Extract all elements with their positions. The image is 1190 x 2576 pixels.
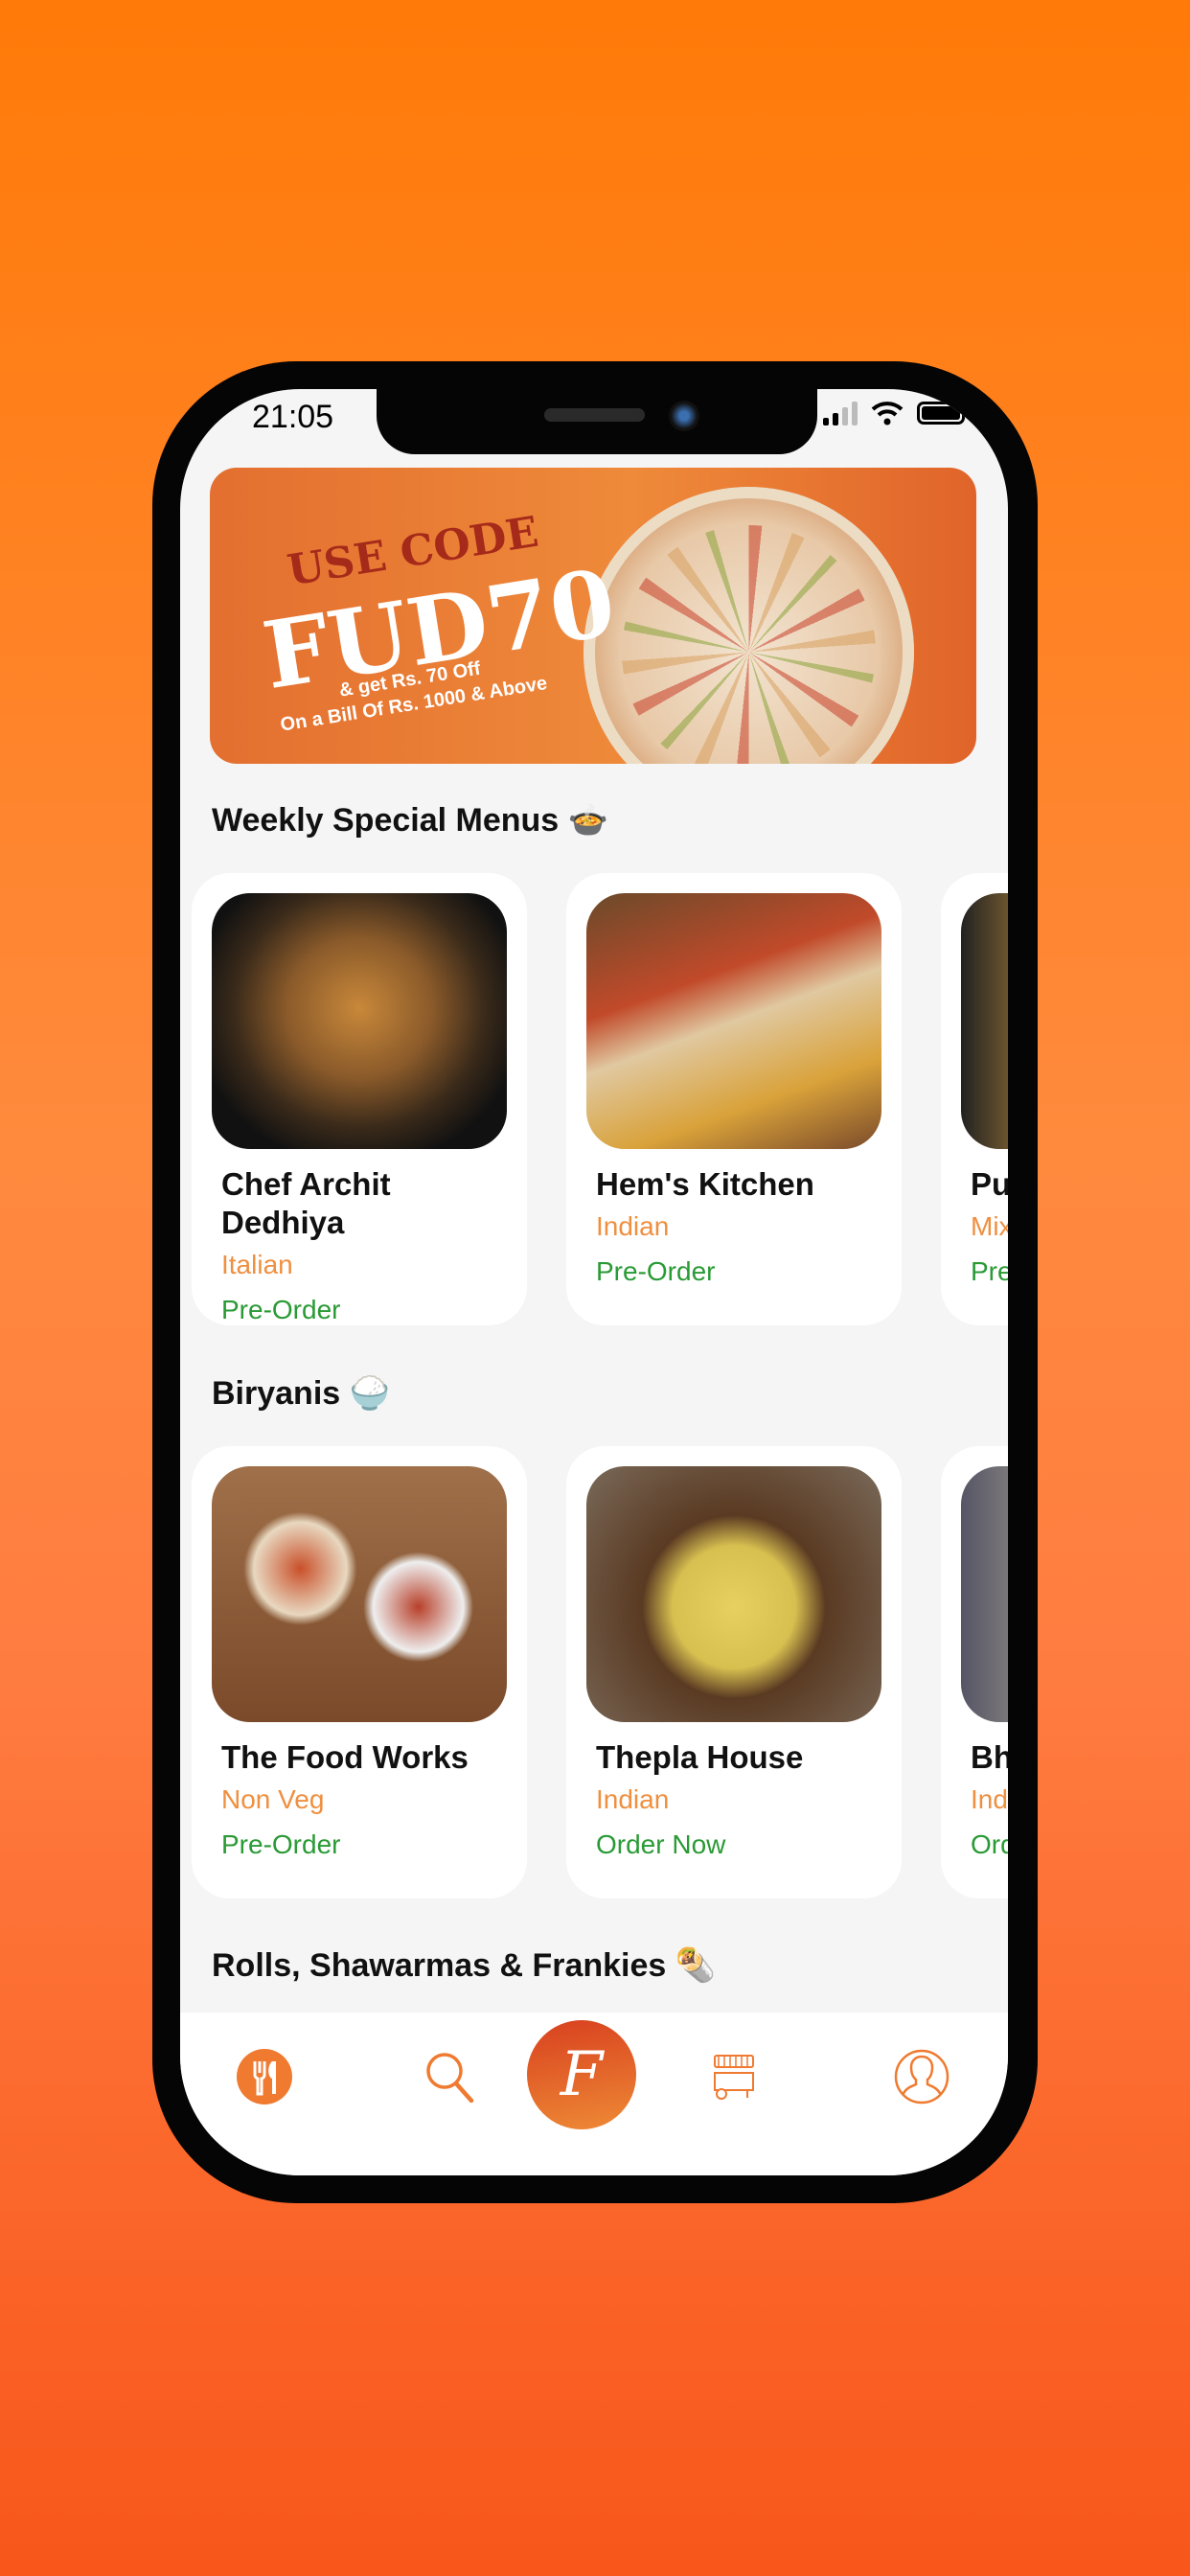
cuisine-label: Non Veg (221, 1784, 325, 1814)
restaurant-name: Bh (971, 1739, 1008, 1775)
home-logo-icon: F (560, 2039, 604, 2110)
battery-icon (917, 402, 965, 425)
order-status[interactable]: Order Now (596, 1829, 725, 1860)
food-image (961, 893, 1008, 1149)
cuisine-label: Mix (971, 1211, 1008, 1241)
food-image (212, 1466, 507, 1722)
phone-frame: 21:05 USE CODE FUD70 & get Rs. 70 Off On … (152, 361, 1038, 2203)
speaker (544, 408, 645, 422)
order-status[interactable]: Pre-Order (221, 1829, 340, 1860)
restaurant-name: Chef Archit Dedhiya (221, 1166, 391, 1240)
nav-food-cart[interactable] (700, 2043, 767, 2110)
food-image (961, 1466, 1008, 1722)
order-status[interactable]: Pre-Order (596, 1256, 715, 1287)
cuisine-label: Indian (596, 1211, 670, 1241)
restaurant-card[interactable]: Pu Mix Pre (941, 873, 1008, 1325)
promo-banner[interactable]: USE CODE FUD70 & get Rs. 70 Off On a Bill… (210, 468, 976, 764)
app-screen: 21:05 USE CODE FUD70 & get Rs. 70 Off On … (180, 389, 1008, 2175)
bottom-nav: F (180, 2012, 1008, 2175)
restaurant-name: Thepla House (596, 1739, 804, 1775)
nav-profile[interactable] (888, 2043, 955, 2110)
signal-icon (823, 401, 858, 426)
restaurant-name: The Food Works (221, 1739, 469, 1775)
order-status[interactable]: Pre-Order (221, 1295, 340, 1325)
status-icons (823, 401, 965, 426)
pizza-image (584, 487, 914, 764)
nav-home-logo[interactable]: F (527, 2020, 636, 2129)
nav-search[interactable] (417, 2043, 484, 2110)
food-image (212, 893, 507, 1149)
notch (377, 389, 817, 454)
restaurant-card[interactable]: Bh Ind Ord (941, 1446, 1008, 1898)
food-image (586, 1466, 881, 1722)
order-status[interactable]: Ord (971, 1829, 1008, 1860)
order-status[interactable]: Pre (971, 1256, 1008, 1287)
cuisine-label: Italian (221, 1250, 293, 1279)
restaurant-card[interactable]: Hem's Kitchen Indian Pre-Order (566, 873, 902, 1325)
food-image (586, 893, 881, 1149)
section-title-weekly: Weekly Special Menus 🍲 (212, 802, 608, 839)
restaurant-card[interactable]: The Food Works Non Veg Pre-Order (192, 1446, 527, 1898)
status-time: 21:05 (252, 399, 334, 435)
search-icon (426, 2053, 474, 2104)
restaurant-name: Hem's Kitchen (596, 1166, 814, 1202)
restaurant-card[interactable]: Thepla House Indian Order Now (566, 1446, 902, 1898)
nav-restaurants[interactable] (231, 2043, 298, 2110)
wifi-icon (871, 402, 904, 426)
section-title-biryanis: Biryanis 🍚 (212, 1375, 390, 1412)
profile-icon (894, 2049, 950, 2104)
section-title-rolls: Rolls, Shawarmas & Frankies 🌯 (212, 1947, 717, 1984)
food-cart-icon (714, 2055, 754, 2100)
cuisine-label: Indian (596, 1784, 670, 1814)
restaurants-icon (237, 2049, 292, 2104)
restaurant-name: Pu (971, 1166, 1008, 1202)
cuisine-label: Ind (971, 1784, 1008, 1814)
restaurant-card[interactable]: Chef Archit Dedhiya Italian Pre-Order (192, 873, 527, 1325)
weekly-cards-row[interactable]: Chef Archit Dedhiya Italian Pre-Order He… (180, 873, 1008, 1325)
biryani-cards-row[interactable]: The Food Works Non Veg Pre-Order Thepla … (180, 1446, 1008, 1898)
camera (669, 401, 699, 431)
